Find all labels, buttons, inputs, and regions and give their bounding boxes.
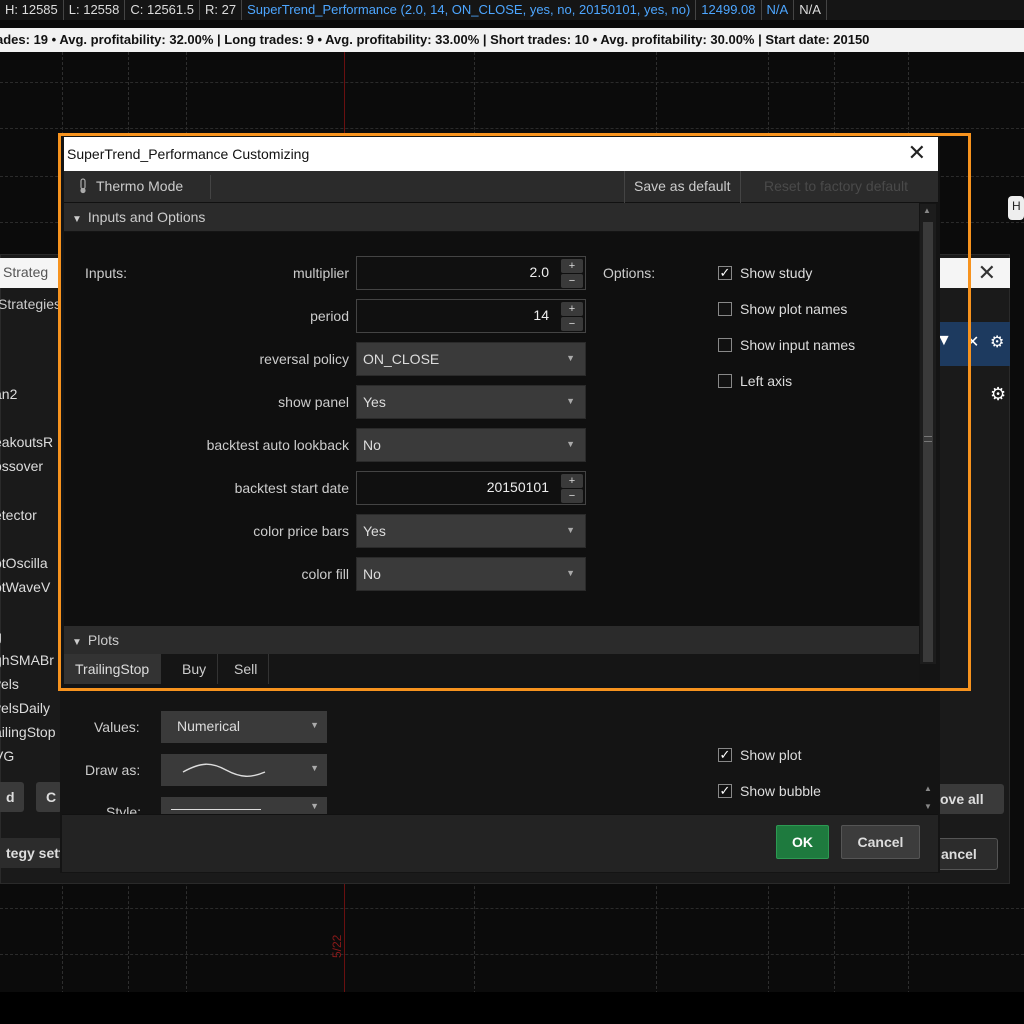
cancel-button[interactable]: Cancel — [841, 825, 920, 859]
study-price: 12499.08 — [696, 0, 762, 20]
gear-icon[interactable]: ⚙ — [990, 332, 1004, 352]
high-readout: H: 12585 — [0, 0, 64, 20]
chart-stage: H: 12585 L: 12558 C: 12561.5 R: 27 SuperTren… — [0, 0, 1024, 1024]
values-select[interactable]: Numerical ▼ — [161, 711, 327, 743]
values-value: Numerical — [177, 718, 241, 734]
ok-button[interactable]: OK — [776, 825, 829, 859]
remove-all-button[interactable]: ove all — [930, 784, 1004, 814]
summary-text: ades: 19 • Avg. profitability: 32.00% | … — [0, 32, 870, 47]
values-label: Values: — [94, 719, 140, 735]
study-na-2: N/A — [794, 0, 827, 20]
grid-line — [0, 82, 1024, 83]
study-label[interactable]: SuperTrend_Performance (2.0, 14, ON_CLOS… — [242, 0, 697, 20]
list-item[interactable]: an2 — [0, 386, 17, 402]
list-item[interactable]: velsDaily — [0, 700, 50, 716]
show-bubble-label: Show bubble — [740, 783, 821, 799]
close-readout: C: 12561.5 — [125, 0, 200, 20]
close-icon[interactable]: ✕ — [978, 260, 996, 286]
draw-as-label: Draw as: — [85, 762, 141, 778]
grid-line — [0, 954, 1024, 955]
background-button-1[interactable]: d — [0, 782, 24, 812]
list-item[interactable]: ailingStop — [0, 724, 56, 740]
chevron-down-icon: ▼ — [310, 763, 319, 773]
style-select[interactable]: ▼ — [161, 797, 327, 814]
highlight-frame — [58, 133, 971, 691]
strategy-settings-button[interactable]: tegy sett — [0, 838, 64, 868]
bottom-strip — [0, 992, 1024, 1024]
range-readout: R: 27 — [200, 0, 243, 20]
show-plot-label: Show plot — [740, 747, 802, 763]
background-window-title: l Strateg — [0, 264, 49, 280]
low-readout: L: 12558 — [64, 0, 126, 20]
checkbox-checked-icon[interactable]: ✓ — [718, 784, 732, 798]
grid-line — [0, 908, 1024, 909]
background-cancel-button[interactable]: ancel — [930, 838, 998, 870]
scroll-up-icon[interactable]: ▲ — [924, 784, 932, 793]
gear-icon[interactable]: ⚙ — [990, 384, 1006, 405]
line-style-icon — [182, 763, 266, 777]
chevron-down-icon: ▼ — [310, 720, 319, 730]
background-button-2[interactable]: C — [36, 782, 62, 812]
study-na-1: N/A — [762, 0, 795, 20]
list-item[interactable]: etector — [0, 507, 37, 523]
show-bubble-option[interactable]: ✓ Show bubble — [718, 783, 821, 799]
list-item[interactable]: VG — [0, 748, 14, 764]
list-item[interactable]: ghSMABr — [0, 652, 54, 668]
list-item[interactable]: otWaveV — [0, 579, 50, 595]
grid-line — [0, 128, 1024, 129]
list-item[interactable]: g — [0, 628, 2, 644]
list-item[interactable]: ossover — [0, 458, 43, 474]
list-item[interactable]: otOscilla — [0, 555, 48, 571]
line-preview — [171, 809, 261, 810]
list-item[interactable]: vels — [0, 676, 19, 692]
show-plot-option[interactable]: ✓ Show plot — [718, 747, 801, 763]
checkbox-checked-icon[interactable]: ✓ — [718, 748, 732, 762]
chart-header: H: 12585 L: 12558 C: 12561.5 R: 27 SuperTren… — [0, 0, 1024, 20]
list-item[interactable]: eakoutsR — [0, 434, 53, 450]
date-axis-label: 5/22 — [330, 934, 344, 958]
strategy-summary-bar: ades: 19 • Avg. profitability: 32.00% | … — [0, 28, 1024, 52]
side-tooltip: H — [1008, 196, 1024, 220]
draw-as-select[interactable]: ▼ — [161, 754, 327, 786]
scroll-down-icon[interactable]: ▼ — [924, 802, 932, 811]
chevron-down-icon: ▼ — [310, 801, 319, 811]
